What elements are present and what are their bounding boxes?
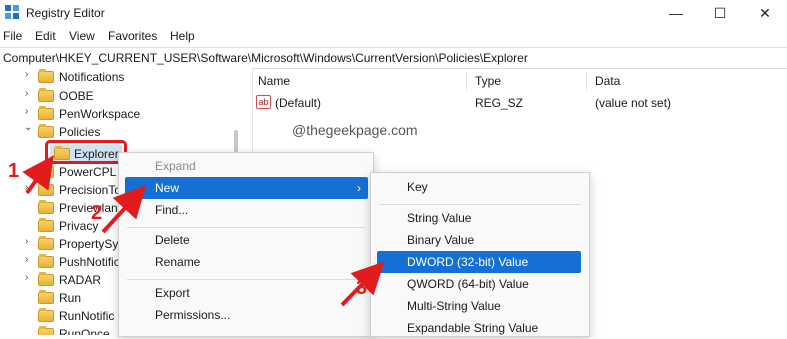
annotation-step-2: 2: [91, 202, 103, 224]
annotation-step-3: 3: [356, 277, 368, 299]
annotation-arrows: [22, 155, 385, 307]
annotation-step-1: 1: [8, 160, 20, 182]
annotation-arrow-2: [101, 185, 147, 234]
annotation-arrow-1: [22, 155, 54, 195]
